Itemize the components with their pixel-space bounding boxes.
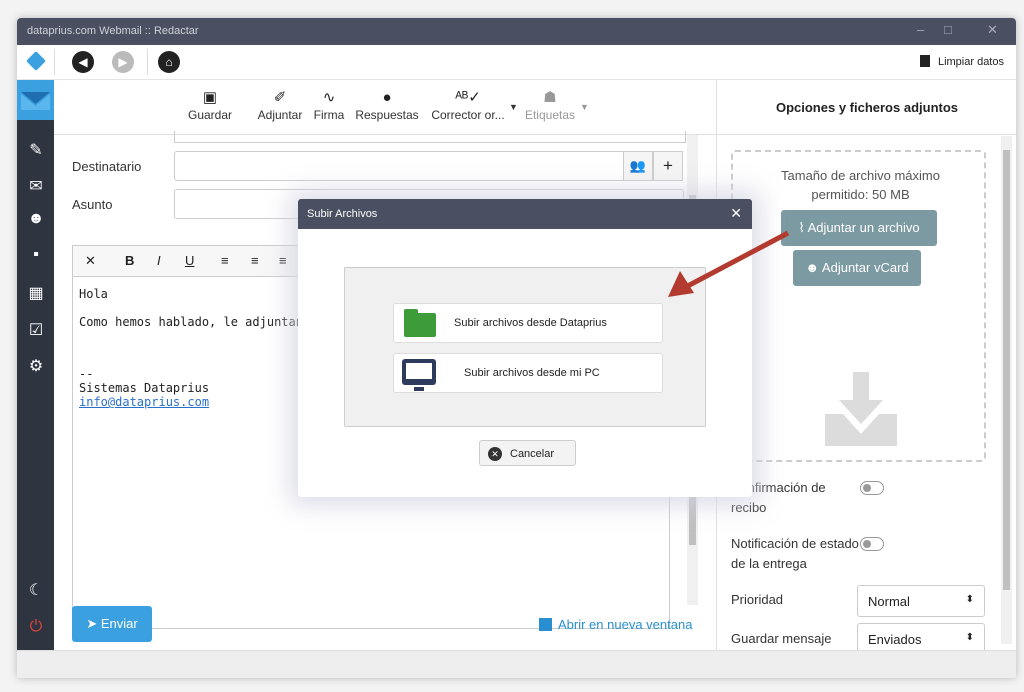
to-input[interactable] [174,151,626,181]
mail-logo-icon [17,80,54,120]
spellcheck-button[interactable]: ᴬᴮ✓ Corrector or... [428,88,508,122]
comment-icon: ● [382,89,392,106]
notes-icon[interactable]: ▪ [26,246,46,264]
file-dropzone[interactable]: Tamaño de archivo máximo permitido: 50 M… [731,150,986,462]
body-line: -- [79,367,94,381]
subject-label: Asunto [72,197,113,212]
upload-from-pc-button[interactable]: Subir archivos desde mi PC [393,353,663,393]
email-link[interactable]: info@dataprius.com [79,395,209,409]
to-label: Destinatario [72,159,142,174]
italic-icon[interactable]: I [157,253,161,268]
tags-icon: ☗ [543,89,557,106]
monitor-icon [402,359,436,391]
sidebar: ✎ ✉ ☻ ▪ ▦ ☑ ⚙ ☾ ⏻ [17,80,54,650]
trash-icon [919,55,930,67]
clear-data-button[interactable]: Limpiar datos [919,55,1004,68]
back-icon[interactable]: ◀ [72,51,94,73]
save-message-label: Guardar mensaje [731,631,832,646]
align-left-icon[interactable]: ≡ [221,253,229,268]
spellcheck-icon: ᴬᴮ✓ [455,89,481,106]
logo-icon [26,51,46,71]
status-bar [17,650,1016,678]
bold-icon[interactable]: B [125,253,134,268]
align-center-icon[interactable]: ≡ [251,253,259,268]
signature-button[interactable]: ∿ Firma [309,88,349,122]
dialog-title: Subir Archivos [307,208,378,220]
select-arrow-icon: ⬍ [965,594,974,605]
compose-toolbar: ▣ Guardar ✐ Adjuntar ∿ Firma ● Respuesta… [54,80,716,135]
receipt-toggle[interactable] [860,481,884,495]
panel-scrollbar[interactable] [1001,136,1012,644]
panel-title: Opciones y ficheros adjuntos [717,80,1017,135]
download-icon [821,372,901,447]
annotation-arrow [668,230,790,297]
window-title: dataprius.com Webmail :: Redactar [27,25,199,37]
save-button[interactable]: ▣ Guardar [188,88,232,122]
attachments-panel: Opciones y ficheros adjuntos Tamaño de a… [716,80,1017,655]
upload-from-dataprius-button[interactable]: Subir archivos desde Dataprius [393,303,663,343]
priority-select[interactable]: Normal ⬍ [857,585,985,617]
body-line: Como hemos hablado, le adjuntan [79,315,303,329]
select-arrow-icon: ⬍ [965,632,974,643]
home-icon[interactable]: ⌂ [158,51,180,73]
clear-format-icon[interactable]: ✕ [85,253,96,269]
inbox-icon[interactable]: ✉ [26,176,46,195]
dialog-close-icon[interactable]: ✕ [730,205,742,222]
compose-icon[interactable]: ✎ [26,140,46,159]
attach-vcard-button[interactable]: ☻ Adjuntar vCard [793,250,921,286]
open-new-window-link[interactable]: Abrir en nueva ventana [539,617,692,632]
max-size-text: Tamaño de archivo máximo permitido: 50 M… [781,168,940,202]
tasks-icon[interactable]: ☑ [26,320,46,339]
folder-icon [404,309,436,337]
add-recipient-icon[interactable]: + [653,151,683,181]
priority-label: Prioridad [731,592,784,607]
body-line: Sistemas Dataprius [79,381,210,395]
save-icon: ▣ [202,89,218,106]
upload-options: Subir archivos desde Dataprius Subir arc… [344,267,706,427]
contacts-picker-icon[interactable]: 👥 [623,151,653,181]
settings-icon[interactable]: ⚙ [26,356,46,375]
calendar-icon[interactable]: ▦ [26,283,46,302]
spellcheck-dropdown-icon[interactable]: ▼ [509,102,518,112]
nav-row: ◀ ▶ ⌂ Limpiar datos [17,45,1016,80]
tags-button[interactable]: ☗ Etiquetas [522,88,578,122]
signature-icon: ∿ [322,89,336,106]
cancel-button[interactable]: ✕ Cancelar [479,440,576,466]
body-line: Hola [79,287,108,301]
external-link-icon [539,618,552,631]
dark-mode-icon[interactable]: ☾ [26,580,46,599]
attach-file-button[interactable]: ⌇ Adjuntar un archivo [781,210,937,246]
contacts-icon[interactable]: ☻ [26,210,46,228]
attach-button[interactable]: ✐ Adjuntar [255,88,305,122]
title-bar: dataprius.com Webmail :: Redactar – □ ✕ [17,18,1016,45]
tags-dropdown-icon[interactable]: ▼ [580,102,589,112]
logout-icon[interactable]: ⏻ [26,618,46,636]
forward-icon[interactable]: ▶ [112,51,134,73]
underline-icon[interactable]: U [185,253,194,268]
maximize-icon[interactable]: □ [944,22,952,37]
minimize-icon[interactable]: – [917,22,924,37]
cancel-icon: ✕ [488,447,502,461]
delivery-label: Notificación de estado de la entrega [731,536,859,571]
send-button[interactable]: ➤ Enviar [72,606,152,642]
paperclip-icon: ✐ [273,89,287,106]
align-right-icon[interactable]: ≡ [279,253,287,268]
delivery-toggle[interactable] [860,537,884,551]
user-icon: ☻ [805,260,822,275]
close-window-icon[interactable]: ✕ [987,22,998,38]
responses-button[interactable]: ● Respuestas [354,88,420,122]
